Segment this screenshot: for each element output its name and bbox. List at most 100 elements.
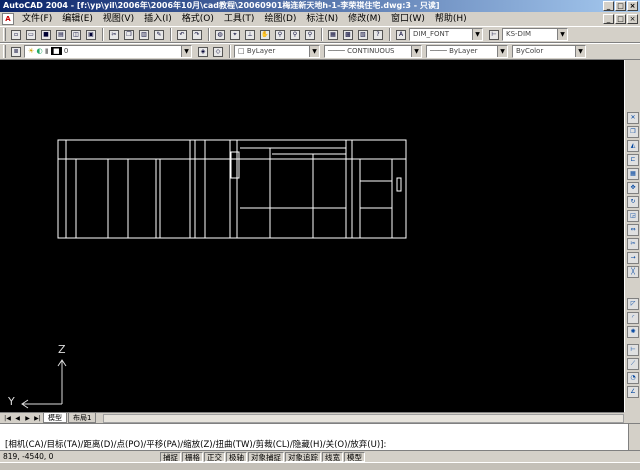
grid-toggle[interactable]: 栅格 [182,451,203,462]
save-button[interactable]: ■ [39,28,53,42]
app-menu-icon[interactable]: A [2,13,14,25]
dim-angular-icon: ∠ [630,388,636,395]
open-file-button[interactable]: ▭ [24,28,38,42]
make-layer-current-button[interactable]: ◈ [196,45,210,59]
erase-icon: ✕ [630,114,636,121]
toolbar-grip[interactable] [3,45,6,58]
trim-button[interactable]: ✂ [627,238,639,250]
maximize-button[interactable]: □ [615,1,626,11]
explode-button[interactable]: ✺ [627,326,639,338]
horizontal-scrollbar[interactable] [103,413,624,423]
chamfer-button[interactable]: ◸ [627,298,639,310]
color-select[interactable]: □ ByLayer ▼ [234,45,320,58]
preview-button[interactable]: ◫ [69,28,83,42]
layer-select[interactable]: ☀ ◐ ▮ ■ 0 ▼ [24,45,192,58]
mirror-button[interactable]: ◭ [627,140,639,152]
erase-button[interactable]: ✕ [627,112,639,124]
rotate-button[interactable]: ↻ [627,196,639,208]
menu-edit[interactable]: 编辑(E) [57,12,98,26]
last-tab-button[interactable]: ▶| [33,414,42,423]
chevron-down-icon: ▼ [557,29,567,40]
minimize-button[interactable]: _ [603,1,614,11]
text-style-button[interactable]: A [394,28,408,42]
zoom-realtime-button[interactable]: ⚲ [273,28,287,42]
toolbar-grip[interactable] [3,28,6,41]
tab-model[interactable]: 模型 [43,413,67,423]
layer-previous-button[interactable]: ◇ [211,45,225,59]
publish-button[interactable]: ▣ [84,28,98,42]
menu-format[interactable]: 格式(O) [177,12,219,26]
text-style-select[interactable]: DIM_FONT ▼ [409,28,483,41]
close-button[interactable]: × [627,1,638,11]
layer-current-icon: ◈ [198,46,208,57]
plot-style-select[interactable]: ByColor ▼ [512,45,586,58]
chevron-down-icon: ▼ [181,46,191,57]
dim-linear-button[interactable]: ⊢ [627,344,639,356]
zoom-window-button[interactable]: ⚲ [288,28,302,42]
stretch-button[interactable]: ⇔ [627,224,639,236]
match-properties-button[interactable]: ✎ [152,28,166,42]
extend-button[interactable]: → [627,252,639,264]
layer-manager-button[interactable]: ≣ [9,45,23,59]
doc-minimize-button[interactable]: _ [603,14,614,24]
menu-help[interactable]: 帮助(H) [430,12,472,26]
menu-dimension[interactable]: 标注(N) [301,12,343,26]
copy-object-button[interactable]: ❐ [627,126,639,138]
break-button[interactable]: ╳ [627,266,639,278]
array-button[interactable]: ▦ [627,168,639,180]
menu-file[interactable]: 文件(F) [17,12,57,26]
otrack-toggle[interactable]: 对象追踪 [285,451,321,462]
dim-style-icon: ⊢ [489,29,499,40]
drawing-canvas[interactable]: Z Y [0,60,624,412]
undo-button[interactable]: ↶ [175,28,189,42]
command-window[interactable]: [相机(CA)/目标(TA)/距离(D)/点(PO)/平移(PA)/缩放(Z)/… [0,423,640,451]
copy-button[interactable]: ❐ [122,28,136,42]
ortho-toggle[interactable]: 正交 [204,451,225,462]
design-center-button[interactable]: ▩ [341,28,355,42]
tool-palette-button[interactable]: ▧ [356,28,370,42]
osnap-button[interactable]: ⌖ [228,28,242,42]
plot-style-value: ByColor [516,47,544,55]
move-button[interactable]: ✥ [627,182,639,194]
help-button[interactable]: ? [371,28,385,42]
model-toggle[interactable]: 模型 [344,451,365,462]
lineweight-select[interactable]: ──── ByLayer ▼ [426,45,508,58]
cut-button[interactable]: ✂ [107,28,121,42]
menu-modify[interactable]: 修改(M) [343,12,386,26]
snap-toggle[interactable]: 捕捉 [160,451,181,462]
first-tab-button[interactable]: |◀ [3,414,12,423]
menu-draw[interactable]: 绘图(D) [259,12,301,26]
properties-button[interactable]: ▦ [326,28,340,42]
linetype-select[interactable]: ──── CONTINUOUS ▼ [324,45,422,58]
doc-restore-button[interactable]: □ [615,14,626,24]
fillet-button[interactable]: ◜ [627,312,639,324]
lineweight-toggle[interactable]: 线宽 [322,451,343,462]
dim-style-button[interactable]: ⊢ [487,28,501,42]
dim-angular-button[interactable]: ∠ [627,386,639,398]
plot-button[interactable]: ▤ [54,28,68,42]
ucs-button[interactable]: ⊥ [243,28,257,42]
menu-view[interactable]: 视图(V) [98,12,139,26]
menu-window[interactable]: 窗口(W) [386,12,430,26]
dim-aligned-button[interactable]: ⟋ [627,358,639,370]
dim-radius-button[interactable]: ◔ [627,372,639,384]
command-scrollbar[interactable] [628,424,640,450]
doc-close-button[interactable]: × [627,14,638,24]
next-tab-button[interactable]: ▶ [23,414,32,423]
menu-insert[interactable]: 插入(I) [139,12,177,26]
offset-button[interactable]: ⊏ [627,154,639,166]
menu-tools[interactable]: 工具(T) [219,12,260,26]
tab-layout1[interactable]: 布局1 [68,413,97,423]
polar-toggle[interactable]: 极轴 [226,451,247,462]
dim-style-select[interactable]: KS-DIM ▼ [502,28,568,41]
zoom-previous-button[interactable]: ⚲ [303,28,317,42]
scale-button[interactable]: ◲ [627,210,639,222]
prev-tab-button[interactable]: ◀ [13,414,22,423]
pan-button[interactable]: ✋ [258,28,272,42]
osnap-toggle[interactable]: 对象捕捉 [248,451,284,462]
paste-button[interactable]: ▥ [137,28,151,42]
redo-button[interactable]: ↷ [190,28,204,42]
publish-icon: ▣ [86,29,96,40]
hyperlink-button[interactable]: ◍ [213,28,227,42]
new-file-button[interactable]: ▫ [9,28,23,42]
